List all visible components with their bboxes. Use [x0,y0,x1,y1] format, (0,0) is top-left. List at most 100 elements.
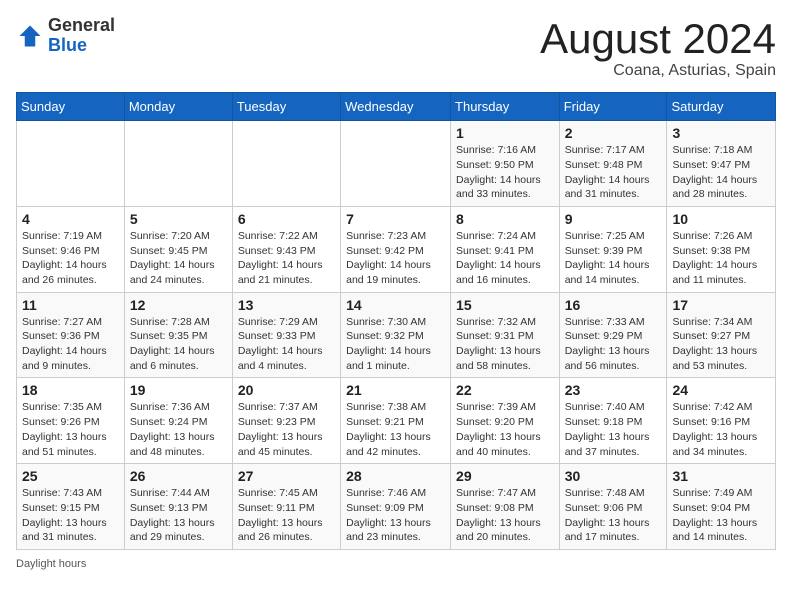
day-info: Sunrise: 7:38 AM Sunset: 9:21 PM Dayligh… [346,400,445,459]
calendar-cell: 12Sunrise: 7:28 AM Sunset: 9:35 PM Dayli… [124,292,232,378]
day-header-friday: Friday [559,93,667,121]
day-header-monday: Monday [124,93,232,121]
calendar-cell: 7 Sunrise: 7:23 AM Sunset: 9:42 PM Daylig… [341,206,451,292]
day-number: 23 [565,382,662,398]
day-info: Sunrise: 7:26 AM Sunset: 9:38 PM Dayligh… [672,229,770,288]
day-info: Sunrise: 7:39 AM Sunset: 9:20 PM Dayligh… [456,400,554,459]
day-info: Sunrise: 7:35 AM Sunset: 9:26 PM Dayligh… [22,400,119,459]
calendar-week-2: 4 Sunrise: 7:19 AM Sunset: 9:46 PM Daylig… [17,206,776,292]
logo-general-text: General [48,16,115,36]
day-number: 26 [130,468,227,484]
calendar-cell: 25Sunrise: 7:43 AM Sunset: 9:15 PM Dayli… [17,464,125,550]
day-info: Sunrise: 7:43 AM Sunset: 9:15 PM Dayligh… [22,486,119,545]
calendar-cell: 14 Sunrise: 7:30 AM Sunset: 9:32 PM Dayli… [341,292,451,378]
day-info: Sunrise: 7:32 AM Sunset: 9:31 PM Dayligh… [456,315,554,374]
day-number: 27 [238,468,335,484]
calendar-cell: 3 Sunrise: 7:18 AM Sunset: 9:47 PM Daylig… [667,121,776,207]
calendar-cell: 23 Sunrise: 7:40 AM Sunset: 9:18 PM Dayli… [559,378,667,464]
calendar-cell: 2 Sunrise: 7:17 AM Sunset: 9:48 PM Daylig… [559,121,667,207]
title-block: August 2024 Coana, Asturias, Spain [540,16,776,80]
day-number: 21 [346,382,445,398]
day-info: Sunrise: 7:45 AM Sunset: 9:11 PM Dayligh… [238,486,335,545]
calendar-cell: 4 Sunrise: 7:19 AM Sunset: 9:46 PM Daylig… [17,206,125,292]
day-number: 4 [22,211,119,227]
day-info: Sunrise: 7:40 AM Sunset: 9:18 PM Dayligh… [565,400,662,459]
day-info: Sunrise: 7:19 AM Sunset: 9:46 PM Dayligh… [22,229,119,288]
calendar-week-5: 25Sunrise: 7:43 AM Sunset: 9:15 PM Dayli… [17,464,776,550]
calendar-week-4: 18 Sunrise: 7:35 AM Sunset: 9:26 PM Dayli… [17,378,776,464]
calendar-cell: 20Sunrise: 7:37 AM Sunset: 9:23 PM Dayli… [232,378,340,464]
day-info: Sunrise: 7:20 AM Sunset: 9:45 PM Dayligh… [130,229,227,288]
day-number: 31 [672,468,770,484]
day-number: 2 [565,125,662,141]
calendar-week-3: 11Sunrise: 7:27 AM Sunset: 9:36 PM Dayli… [17,292,776,378]
day-number: 15 [456,297,554,313]
day-info: Sunrise: 7:46 AM Sunset: 9:09 PM Dayligh… [346,486,445,545]
day-number: 18 [22,382,119,398]
day-info: Sunrise: 7:28 AM Sunset: 9:35 PM Dayligh… [130,315,227,374]
day-header-tuesday: Tuesday [232,93,340,121]
day-header-wednesday: Wednesday [341,93,451,121]
day-number: 30 [565,468,662,484]
calendar-table: SundayMondayTuesdayWednesdayThursdayFrid… [16,92,776,550]
logo-blue-text: Blue [48,36,115,56]
calendar-cell: 16 Sunrise: 7:33 AM Sunset: 9:29 PM Dayli… [559,292,667,378]
day-header-thursday: Thursday [451,93,560,121]
calendar-title: August 2024 [540,16,776,62]
day-number: 29 [456,468,554,484]
daylight-label: Daylight hours [16,558,86,570]
day-info: Sunrise: 7:48 AM Sunset: 9:06 PM Dayligh… [565,486,662,545]
calendar-cell: 8 Sunrise: 7:24 AM Sunset: 9:41 PM Daylig… [451,206,560,292]
day-info: Sunrise: 7:42 AM Sunset: 9:16 PM Dayligh… [672,400,770,459]
day-number: 16 [565,297,662,313]
calendar-header-row: SundayMondayTuesdayWednesdayThursdayFrid… [17,93,776,121]
day-info: Sunrise: 7:24 AM Sunset: 9:41 PM Dayligh… [456,229,554,288]
day-number: 11 [22,297,119,313]
day-info: Sunrise: 7:29 AM Sunset: 9:33 PM Dayligh… [238,315,335,374]
day-number: 10 [672,211,770,227]
calendar-cell: 5 Sunrise: 7:20 AM Sunset: 9:45 PM Daylig… [124,206,232,292]
day-info: Sunrise: 7:33 AM Sunset: 9:29 PM Dayligh… [565,315,662,374]
calendar-cell: 27 Sunrise: 7:45 AM Sunset: 9:11 PM Dayli… [232,464,340,550]
calendar-cell: 24Sunrise: 7:42 AM Sunset: 9:16 PM Dayli… [667,378,776,464]
calendar-cell: 31 Sunrise: 7:49 AM Sunset: 9:04 PM Dayli… [667,464,776,550]
calendar-cell: 9 Sunrise: 7:25 AM Sunset: 9:39 PM Daylig… [559,206,667,292]
day-number: 9 [565,211,662,227]
calendar-week-1: 1Sunrise: 7:16 AM Sunset: 9:50 PM Daylig… [17,121,776,207]
calendar-cell: 17Sunrise: 7:34 AM Sunset: 9:27 PM Dayli… [667,292,776,378]
day-info: Sunrise: 7:18 AM Sunset: 9:47 PM Dayligh… [672,143,770,202]
calendar-cell: 21 Sunrise: 7:38 AM Sunset: 9:21 PM Dayli… [341,378,451,464]
day-number: 3 [672,125,770,141]
day-info: Sunrise: 7:49 AM Sunset: 9:04 PM Dayligh… [672,486,770,545]
day-info: Sunrise: 7:34 AM Sunset: 9:27 PM Dayligh… [672,315,770,374]
day-number: 8 [456,211,554,227]
calendar-cell: 13 Sunrise: 7:29 AM Sunset: 9:33 PM Dayli… [232,292,340,378]
calendar-cell [232,121,340,207]
calendar-cell: 6Sunrise: 7:22 AM Sunset: 9:43 PM Daylig… [232,206,340,292]
calendar-cell: 22Sunrise: 7:39 AM Sunset: 9:20 PM Dayli… [451,378,560,464]
calendar-cell: 26Sunrise: 7:44 AM Sunset: 9:13 PM Dayli… [124,464,232,550]
calendar-cell: 28Sunrise: 7:46 AM Sunset: 9:09 PM Dayli… [341,464,451,550]
calendar-cell [341,121,451,207]
day-info: Sunrise: 7:23 AM Sunset: 9:42 PM Dayligh… [346,229,445,288]
day-number: 7 [346,211,445,227]
day-info: Sunrise: 7:30 AM Sunset: 9:32 PM Dayligh… [346,315,445,374]
page-header: General Blue August 2024 Coana, Asturias… [16,16,776,80]
day-info: Sunrise: 7:25 AM Sunset: 9:39 PM Dayligh… [565,229,662,288]
calendar-cell: 1Sunrise: 7:16 AM Sunset: 9:50 PM Daylig… [451,121,560,207]
day-info: Sunrise: 7:17 AM Sunset: 9:48 PM Dayligh… [565,143,662,202]
day-number: 20 [238,382,335,398]
calendar-subtitle: Coana, Asturias, Spain [540,62,776,80]
footer: Daylight hours [16,558,776,570]
day-number: 13 [238,297,335,313]
calendar-cell: 11Sunrise: 7:27 AM Sunset: 9:36 PM Dayli… [17,292,125,378]
day-info: Sunrise: 7:47 AM Sunset: 9:08 PM Dayligh… [456,486,554,545]
day-number: 19 [130,382,227,398]
day-info: Sunrise: 7:22 AM Sunset: 9:43 PM Dayligh… [238,229,335,288]
calendar-cell: 29 Sunrise: 7:47 AM Sunset: 9:08 PM Dayli… [451,464,560,550]
calendar-cell: 19Sunrise: 7:36 AM Sunset: 9:24 PM Dayli… [124,378,232,464]
day-number: 5 [130,211,227,227]
day-header-saturday: Saturday [667,93,776,121]
day-number: 14 [346,297,445,313]
calendar-cell: 18 Sunrise: 7:35 AM Sunset: 9:26 PM Dayli… [17,378,125,464]
